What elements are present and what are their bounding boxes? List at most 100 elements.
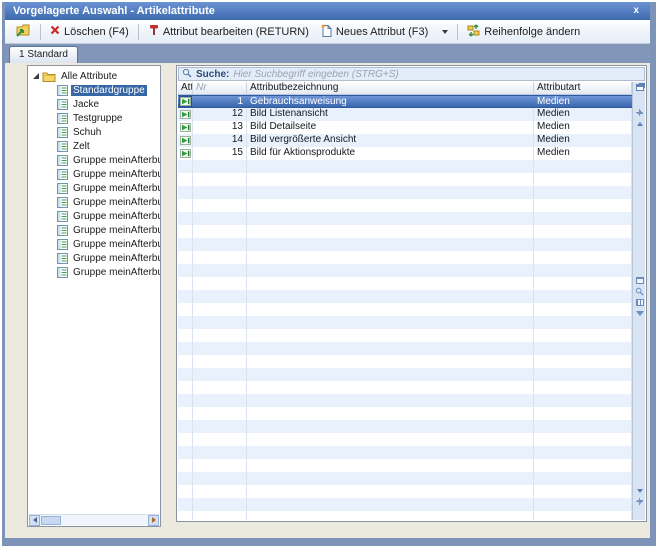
grid-cell-attributart [534,160,632,173]
new-attribute-button[interactable]: Neues Attribut (F3) [315,21,434,43]
thumb-handle-icon [636,498,643,505]
scrollbar-thumb[interactable] [41,516,61,525]
grid-row[interactable]: 13Bild DetailseiteMedien [178,121,632,134]
column-header-attributbezeichnung[interactable]: Attributbezeichnung [247,82,534,94]
grid-empty-row [178,368,632,381]
column-chooser-button[interactable] [633,82,645,93]
grid-row[interactable]: 12Bild ListenansichtMedien [178,108,632,121]
attribute-group-list-icon [57,253,68,264]
grid-find-button[interactable] [633,286,645,297]
grid-cell-attributart [534,511,632,520]
tree-item[interactable]: Gruppe meinAfterbuy ART00074 [31,167,160,181]
grid-cell-attributart [534,342,632,355]
grid-cell-nr [193,407,247,420]
reorder-button[interactable]: Reihenfolge ändern [461,21,586,43]
grid-cell-nr: 12 [193,108,247,121]
grid-cell-attributbezeichnung [247,420,534,433]
card-view-button[interactable] [633,275,645,286]
tree-item[interactable]: Gruppe meinAfterbuy ART00075 [31,181,160,195]
new-attribute-dropdown-button[interactable] [434,27,454,37]
attribute-tree-panel: Alle Attribute StandardgruppeJackeTestgr… [27,65,161,527]
grid-cell-nr [193,225,247,238]
reorder-icon [467,24,480,40]
tree-item[interactable]: Jacke [31,97,160,111]
scroll-left-button[interactable] [29,515,40,526]
tree-item[interactable]: Standardgruppe [31,83,160,97]
grid-row[interactable]: 15Bild für AktionsprodukteMedien [178,147,632,160]
tree-item-label: Gruppe meinAfterbuy ART00080 [71,239,160,250]
delete-button[interactable]: Löschen (F4) [44,22,135,41]
grid-cell-att [178,186,193,199]
tab-standard[interactable]: 1 Standard [9,46,78,63]
grid-cell-attributart [534,498,632,511]
grid-cell-attributbezeichnung [247,381,534,394]
grid-cell-attributbezeichnung [247,498,534,511]
import-icon [15,23,31,40]
close-button[interactable]: x [630,4,642,18]
scroll-right-button[interactable] [148,515,159,526]
grid-cell-attributart [534,264,632,277]
grid-empty-row [178,459,632,472]
tree-item[interactable]: Schuh [31,125,160,139]
grid-cell-attributart [534,186,632,199]
grid-empty-row [178,290,632,303]
grid-cell-attributbezeichnung: Bild Listenansicht [247,108,534,121]
grid-row[interactable]: 1GebrauchsanweisungMedien [178,95,632,108]
column-chooser-icon [636,84,644,91]
grid-cell-nr: 13 [193,121,247,134]
grid-cell-attributart [534,251,632,264]
tree-root-all-attributes[interactable]: Alle Attribute [31,69,160,83]
tree-item-label: Gruppe meinAfterbuy ART00079 [71,225,160,236]
scroll-to-bottom-button[interactable] [633,507,645,518]
new-page-icon [321,24,332,40]
tree-item[interactable]: Zelt [31,139,160,153]
grid-cell-attributart [534,329,632,342]
grid-cell-att [178,329,193,342]
tree-item[interactable]: Gruppe meinAfterbuy ART00082 [31,265,160,279]
attribute-group-list-icon [57,225,68,236]
attribute-group-list-icon [57,239,68,250]
edit-attribute-button[interactable]: Attribut bearbeiten (RETURN) [142,21,315,42]
expanded-node-arrow-icon[interactable] [33,73,39,79]
grid-cell-attributart [534,199,632,212]
search-bar[interactable]: Suche: Hier Suchbegriff eingeben (STRG+S… [178,67,645,81]
grid-cell-nr: 1 [193,96,247,107]
tree-item[interactable]: Testgruppe [31,111,160,125]
grid-cell-attributbezeichnung [247,160,534,173]
grid-empty-row [178,277,632,290]
scroll-down-icon [637,489,643,493]
delete-button-label: Löschen (F4) [64,26,129,38]
attribute-group-list-icon [57,127,68,138]
grid-cell-attributbezeichnung [247,472,534,485]
grid-cell-attributbezeichnung [247,264,534,277]
grid-cell-att [178,173,193,186]
attribute-group-list-icon [57,141,68,152]
grid: Att Nr Attributbezeichnung Attributart 1… [178,82,632,520]
grid-cell-att [178,394,193,407]
grid-cell-attributart [534,420,632,433]
filter-button[interactable] [633,308,645,319]
tree-item[interactable]: Gruppe meinAfterbuy ART00076 [31,195,160,209]
search-input-placeholder[interactable]: Hier Suchbegriff eingeben (STRG+S) [233,69,398,80]
scroll-down-button[interactable] [633,485,645,496]
grid-cell-attributbezeichnung [247,459,534,472]
import-button[interactable] [9,20,37,43]
grid-cell-nr [193,472,247,485]
toolbar-separator [138,24,139,40]
tree-item[interactable]: Gruppe meinAfterbuy ART00081 [31,251,160,265]
scrollbar-thumb-handle[interactable] [633,107,645,118]
scroll-to-top-button[interactable] [633,96,645,107]
tree-horizontal-scrollbar[interactable] [29,514,159,525]
tree-item[interactable]: Gruppe meinAfterbuy ART00080 [31,237,160,251]
column-header-att[interactable]: Att [178,82,193,94]
tree-item[interactable]: Gruppe meinAfterbuy ART00073 [31,153,160,167]
column-header-attributart[interactable]: Attributart [534,82,632,94]
grid-scrollbar-strip[interactable] [632,82,645,520]
band-view-button[interactable] [633,297,645,308]
column-header-nr[interactable]: Nr [193,82,247,94]
scroll-up-button[interactable] [633,118,645,129]
grid-row[interactable]: 14Bild vergrößerte AnsichtMedien [178,134,632,147]
tree-item[interactable]: Gruppe meinAfterbuy ART00078 [31,209,160,223]
attribute-group-list-icon [57,267,68,278]
tree-item[interactable]: Gruppe meinAfterbuy ART00079 [31,223,160,237]
